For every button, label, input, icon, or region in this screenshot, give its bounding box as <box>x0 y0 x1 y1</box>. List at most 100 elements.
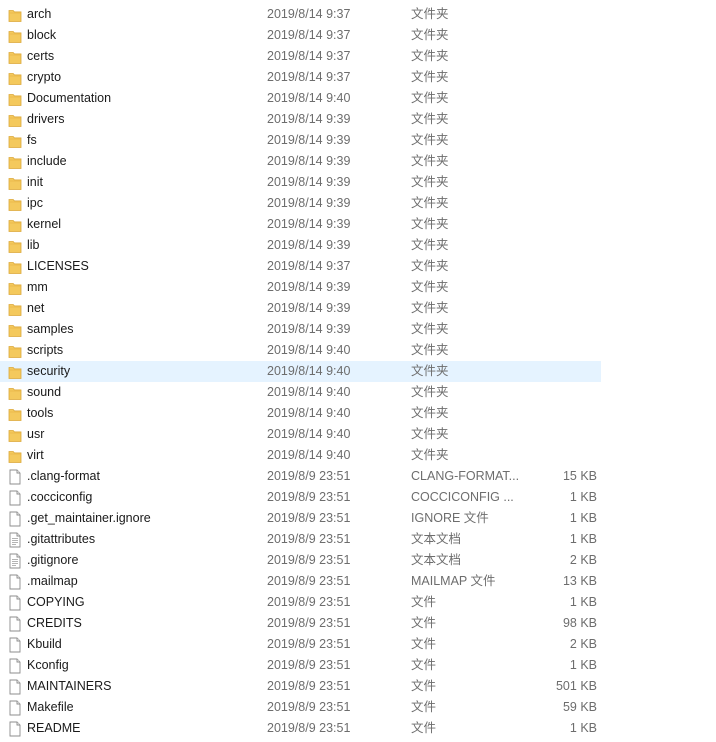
file-icon <box>8 721 22 737</box>
folder-icon <box>8 49 22 65</box>
file-row[interactable]: init 2019/8/14 9:39 文件夹 <box>0 172 601 193</box>
file-type: 文件夹 <box>411 133 449 147</box>
file-row[interactable]: COPYING 2019/8/9 23:51 文件 1 KB <box>0 592 601 613</box>
file-size: 1 KB <box>569 721 597 735</box>
file-row[interactable]: crypto 2019/8/14 9:37 文件夹 <box>0 67 601 88</box>
file-icon <box>8 700 22 716</box>
file-row[interactable]: security 2019/8/14 9:40 文件夹 <box>0 361 601 382</box>
file-name: Documentation <box>27 91 112 105</box>
file-modified-date: 2019/8/14 9:39 <box>267 154 351 168</box>
file-row[interactable]: mm 2019/8/14 9:39 文件夹 <box>0 277 601 298</box>
file-row[interactable]: README 2019/8/9 23:51 文件 1 KB <box>0 718 601 739</box>
file-row[interactable]: include 2019/8/14 9:39 文件夹 <box>0 151 601 172</box>
file-size: 1 KB <box>569 511 597 525</box>
file-row[interactable]: MAINTAINERS 2019/8/9 23:51 文件 501 KB <box>0 676 601 697</box>
file-name: tools <box>27 406 54 420</box>
file-row[interactable]: .get_maintainer.ignore 2019/8/9 23:51 IG… <box>0 508 601 529</box>
file-row[interactable]: sound 2019/8/14 9:40 文件夹 <box>0 382 601 403</box>
file-row[interactable]: certs 2019/8/14 9:37 文件夹 <box>0 46 601 67</box>
file-modified-date: 2019/8/9 23:51 <box>267 679 351 693</box>
file-list: arch 2019/8/14 9:37 文件夹 block 2019/8/14 … <box>0 4 716 739</box>
file-size: 1 KB <box>569 490 597 504</box>
file-row[interactable]: net 2019/8/14 9:39 文件夹 <box>0 298 601 319</box>
file-icon <box>8 511 22 527</box>
file-modified-date: 2019/8/9 23:51 <box>267 658 351 672</box>
file-modified-date: 2019/8/14 9:39 <box>267 133 351 147</box>
file-row[interactable]: .cocciconfig 2019/8/9 23:51 COCCICONFIG … <box>0 487 601 508</box>
file-name: ipc <box>27 196 43 210</box>
file-type: IGNORE 文件 <box>411 511 489 525</box>
file-modified-date: 2019/8/14 9:39 <box>267 322 351 336</box>
file-name: .cocciconfig <box>27 490 93 504</box>
file-row[interactable]: virt 2019/8/14 9:40 文件夹 <box>0 445 601 466</box>
file-row[interactable]: .gitattributes 2019/8/9 23:51 文本文档 1 KB <box>0 529 601 550</box>
file-modified-date: 2019/8/14 9:37 <box>267 49 351 63</box>
folder-icon <box>8 154 22 170</box>
file-name: usr <box>27 427 45 441</box>
file-type: CLANG-FORMAT... <box>411 469 520 483</box>
file-row[interactable]: ipc 2019/8/14 9:39 文件夹 <box>0 193 601 214</box>
file-type: 文件夹 <box>411 364 449 378</box>
file-row[interactable]: .mailmap 2019/8/9 23:51 MAILMAP 文件 13 KB <box>0 571 601 592</box>
file-icon <box>8 574 22 590</box>
file-name: .gitignore <box>27 553 79 567</box>
file-type: 文件夹 <box>411 70 449 84</box>
file-type: 文件 <box>411 658 437 672</box>
file-modified-date: 2019/8/14 9:39 <box>267 301 351 315</box>
file-name: net <box>27 301 45 315</box>
folder-icon <box>8 280 22 296</box>
file-row[interactable]: samples 2019/8/14 9:39 文件夹 <box>0 319 601 340</box>
file-type: 文件夹 <box>411 154 449 168</box>
file-type: 文件夹 <box>411 343 449 357</box>
file-size: 501 KB <box>555 679 597 693</box>
folder-icon <box>8 385 22 401</box>
file-row[interactable]: Documentation 2019/8/14 9:40 文件夹 <box>0 88 601 109</box>
file-row[interactable]: block 2019/8/14 9:37 文件夹 <box>0 25 601 46</box>
folder-icon <box>8 259 22 275</box>
file-name: block <box>27 28 57 42</box>
file-type: 文件夹 <box>411 385 449 399</box>
file-name: virt <box>27 448 44 462</box>
file-row[interactable]: .gitignore 2019/8/9 23:51 文本文档 2 KB <box>0 550 601 571</box>
file-type: 文件夹 <box>411 238 449 252</box>
file-name: crypto <box>27 70 62 84</box>
file-name: certs <box>27 49 55 63</box>
folder-icon <box>8 133 22 149</box>
file-type: 文件夹 <box>411 91 449 105</box>
file-row[interactable]: scripts 2019/8/14 9:40 文件夹 <box>0 340 601 361</box>
file-row[interactable]: Kbuild 2019/8/9 23:51 文件 2 KB <box>0 634 601 655</box>
file-name: .gitattributes <box>27 532 96 546</box>
file-name: Kbuild <box>27 637 62 651</box>
file-row[interactable]: kernel 2019/8/14 9:39 文件夹 <box>0 214 601 235</box>
file-row[interactable]: LICENSES 2019/8/14 9:37 文件夹 <box>0 256 601 277</box>
file-modified-date: 2019/8/14 9:39 <box>267 217 351 231</box>
file-row[interactable]: .clang-format 2019/8/9 23:51 CLANG-FORMA… <box>0 466 601 487</box>
file-name: lib <box>27 238 40 252</box>
file-type: 文件夹 <box>411 406 449 420</box>
file-row[interactable]: lib 2019/8/14 9:39 文件夹 <box>0 235 601 256</box>
file-row[interactable]: fs 2019/8/14 9:39 文件夹 <box>0 130 601 151</box>
file-size: 2 KB <box>569 553 597 567</box>
text-file-icon <box>8 553 22 569</box>
file-row[interactable]: drivers 2019/8/14 9:39 文件夹 <box>0 109 601 130</box>
file-row[interactable]: tools 2019/8/14 9:40 文件夹 <box>0 403 601 424</box>
folder-icon <box>8 427 22 443</box>
file-type: 文件夹 <box>411 280 449 294</box>
file-row[interactable]: usr 2019/8/14 9:40 文件夹 <box>0 424 601 445</box>
file-modified-date: 2019/8/14 9:39 <box>267 280 351 294</box>
file-type: MAILMAP 文件 <box>411 574 496 588</box>
file-row[interactable]: Kconfig 2019/8/9 23:51 文件 1 KB <box>0 655 601 676</box>
folder-icon <box>8 7 22 23</box>
file-type: 文件夹 <box>411 49 449 63</box>
file-modified-date: 2019/8/14 9:37 <box>267 259 351 273</box>
file-name: sound <box>27 385 62 399</box>
file-name: include <box>27 154 67 168</box>
file-icon <box>8 490 22 506</box>
file-row[interactable]: Makefile 2019/8/9 23:51 文件 59 KB <box>0 697 601 718</box>
file-type: 文件 <box>411 595 437 609</box>
file-row[interactable]: CREDITS 2019/8/9 23:51 文件 98 KB <box>0 613 601 634</box>
file-row[interactable]: arch 2019/8/14 9:37 文件夹 <box>0 4 601 25</box>
file-type: COCCICONFIG ... <box>411 490 514 504</box>
file-modified-date: 2019/8/9 23:51 <box>267 700 351 714</box>
file-type: 文件夹 <box>411 175 449 189</box>
